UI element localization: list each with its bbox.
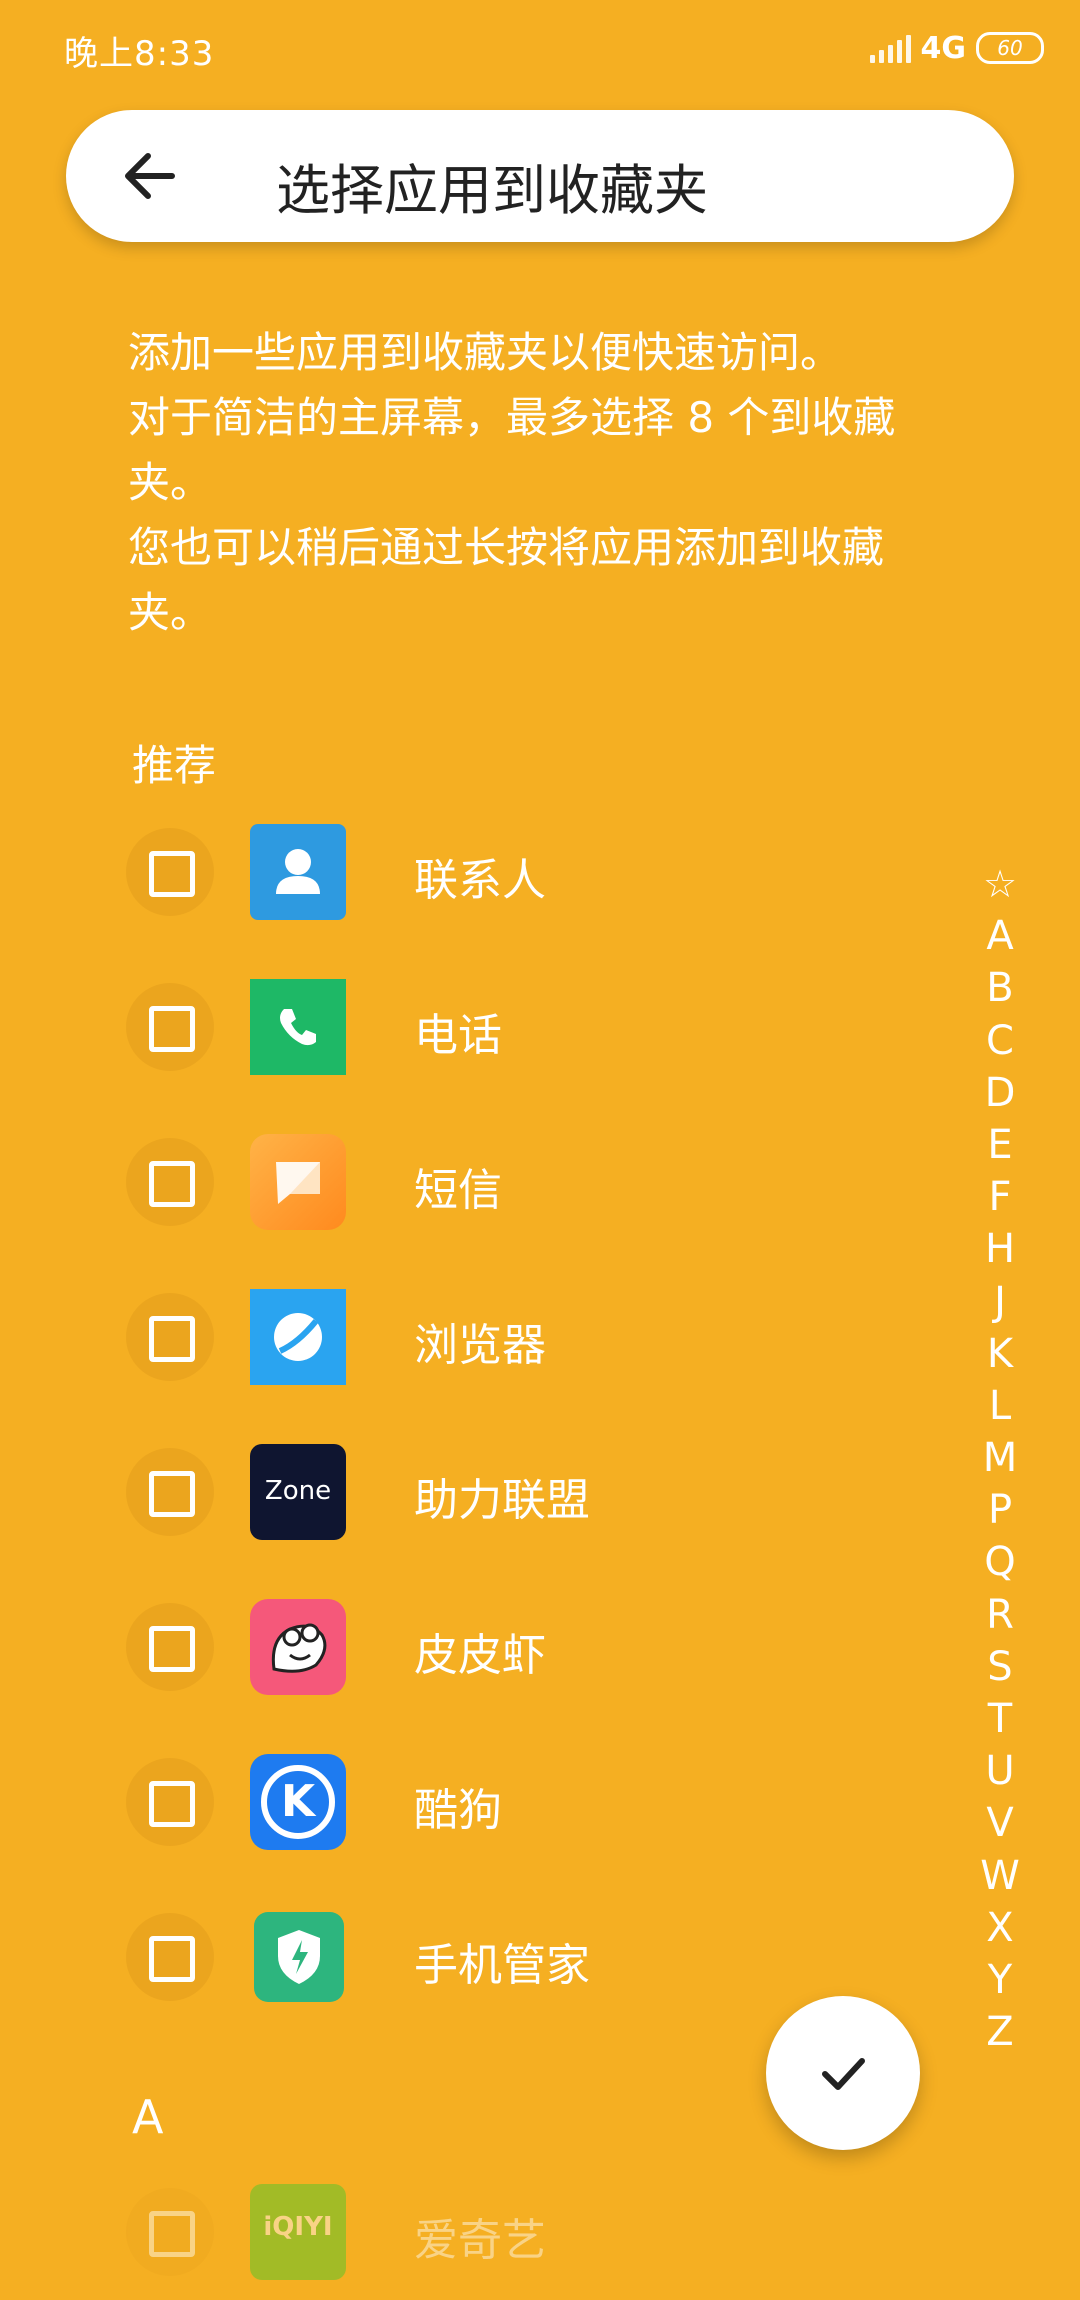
- checkbox-wrapper[interactable]: [126, 1138, 214, 1226]
- zone-icon-text: Zone: [264, 1476, 332, 1506]
- app-row-browser[interactable]: 浏览器: [126, 1265, 986, 1405]
- alpha-index-letter[interactable]: T: [972, 1693, 1028, 1745]
- checkmark-icon: [822, 2058, 865, 2090]
- app-label: 短信: [414, 1165, 502, 1216]
- iqiyi-icon-text: iQIYI: [263, 2212, 333, 2242]
- network-type: 4G: [920, 30, 967, 66]
- alpha-index-letter[interactable]: J: [972, 1276, 1028, 1328]
- checkbox-wrapper[interactable]: [126, 1913, 214, 2001]
- kugou-icon: K: [250, 1754, 346, 1850]
- alpha-index-letter[interactable]: B: [972, 962, 1028, 1014]
- checkbox-wrapper[interactable]: [126, 828, 214, 916]
- alpha-index-letter[interactable]: A: [972, 910, 1028, 962]
- app-row-iqiyi[interactable]: iQIYI 爱奇艺: [126, 2160, 986, 2300]
- checkbox[interactable]: [149, 1471, 195, 1517]
- alpha-index-favorites[interactable]: ☆: [972, 858, 1028, 910]
- alpha-index-letter[interactable]: H: [972, 1223, 1028, 1275]
- checkbox[interactable]: [149, 1781, 195, 1827]
- checkbox-wrapper[interactable]: [126, 1293, 214, 1381]
- checkbox[interactable]: [149, 2211, 195, 2257]
- app-row-pipixia[interactable]: 皮皮虾: [126, 1575, 986, 1715]
- app-row-kugou[interactable]: K 酷狗: [126, 1730, 986, 1870]
- status-indicators: 4G 60: [869, 28, 1044, 68]
- signal-icon: [869, 33, 911, 63]
- phone-icon: [250, 979, 346, 1075]
- alpha-index-letter[interactable]: Q: [972, 1536, 1028, 1588]
- section-header-recommended: 推荐: [132, 741, 217, 790]
- alpha-index-letter[interactable]: E: [972, 1119, 1028, 1171]
- description: 添加一些应用到收藏夹以便快速访问。 对于简洁的主屏幕，最多选择 8 个到收藏夹。…: [128, 320, 908, 645]
- alpha-index-letter[interactable]: U: [972, 1745, 1028, 1797]
- checkbox-wrapper[interactable]: [126, 2188, 214, 2276]
- alpha-index-letter[interactable]: S: [972, 1641, 1028, 1693]
- alpha-index-letter[interactable]: F: [972, 1171, 1028, 1223]
- app-row-messages[interactable]: 短信: [126, 1110, 986, 1250]
- kugou-icon-text: K: [280, 1776, 316, 1827]
- app-row-zone[interactable]: Zone 助力联盟: [126, 1420, 986, 1560]
- checkbox[interactable]: [149, 1161, 195, 1207]
- alpha-index-letter[interactable]: C: [972, 1015, 1028, 1067]
- app-label: 手机管家: [414, 1940, 590, 1991]
- messages-icon: [250, 1134, 346, 1230]
- app-label: 联系人: [414, 855, 546, 906]
- checkbox-wrapper[interactable]: [126, 1758, 214, 1846]
- app-label: 皮皮虾: [414, 1630, 546, 1681]
- alpha-index-letter[interactable]: L: [972, 1380, 1028, 1432]
- battery-indicator: 60: [976, 32, 1044, 64]
- confirm-button[interactable]: [766, 1996, 920, 2150]
- app-label: 浏览器: [414, 1320, 546, 1371]
- app-row-phone[interactable]: 电话: [126, 955, 986, 1095]
- app-label: 爱奇艺: [414, 2215, 546, 2266]
- iqiyi-icon: iQIYI: [250, 2184, 346, 2280]
- checkbox[interactable]: [149, 1316, 195, 1362]
- contacts-icon: [250, 824, 346, 920]
- alpha-index-letter[interactable]: M: [972, 1432, 1028, 1484]
- alpha-index-letter[interactable]: Y: [972, 1954, 1028, 2006]
- alphabet-index[interactable]: ☆ A B C D E F H J K L M P Q R S T U V W …: [972, 858, 1028, 2058]
- alpha-index-letter[interactable]: W: [972, 1850, 1028, 1902]
- checkbox[interactable]: [149, 851, 195, 897]
- browser-icon: [250, 1289, 346, 1385]
- back-button[interactable]: [114, 140, 186, 212]
- back-arrow-icon: [125, 153, 175, 199]
- security-icon: [254, 1912, 344, 2002]
- checkbox-wrapper[interactable]: [126, 1448, 214, 1536]
- alpha-index-letter[interactable]: R: [972, 1589, 1028, 1641]
- checkbox-wrapper[interactable]: [126, 1603, 214, 1691]
- app-row-contacts[interactable]: 联系人: [126, 800, 986, 940]
- zone-icon: Zone: [250, 1444, 346, 1540]
- checkbox[interactable]: [149, 1936, 195, 1982]
- app-label: 电话: [414, 1010, 502, 1061]
- status-time: 晚上8:33: [64, 34, 215, 74]
- status-bar: 晚上8:33 4G 60: [0, 0, 1080, 96]
- alpha-index-letter[interactable]: K: [972, 1328, 1028, 1380]
- description-line: 对于简洁的主屏幕，最多选择 8 个到收藏夹。: [128, 393, 896, 507]
- alpha-index-letter[interactable]: V: [972, 1797, 1028, 1849]
- description-line: 您也可以稍后通过长按将应用添加到收藏夹。: [128, 523, 885, 637]
- checkbox-wrapper[interactable]: [126, 983, 214, 1071]
- alpha-index-letter[interactable]: X: [972, 1902, 1028, 1954]
- alpha-index-letter[interactable]: P: [972, 1484, 1028, 1536]
- app-label: 酷狗: [414, 1785, 502, 1836]
- checkbox[interactable]: [149, 1626, 195, 1672]
- app-label: 助力联盟: [414, 1475, 590, 1526]
- pipixia-icon: [250, 1599, 346, 1695]
- description-line: 添加一些应用到收藏夹以便快速访问。: [128, 328, 843, 377]
- alpha-index-letter[interactable]: D: [972, 1067, 1028, 1119]
- checkbox[interactable]: [149, 1006, 195, 1052]
- section-header-a: A: [132, 2090, 164, 2144]
- page-title: 选择应用到收藏夹: [276, 159, 708, 222]
- alpha-index-letter[interactable]: Z: [972, 2006, 1028, 2058]
- title-bar: 选择应用到收藏夹: [66, 110, 1014, 242]
